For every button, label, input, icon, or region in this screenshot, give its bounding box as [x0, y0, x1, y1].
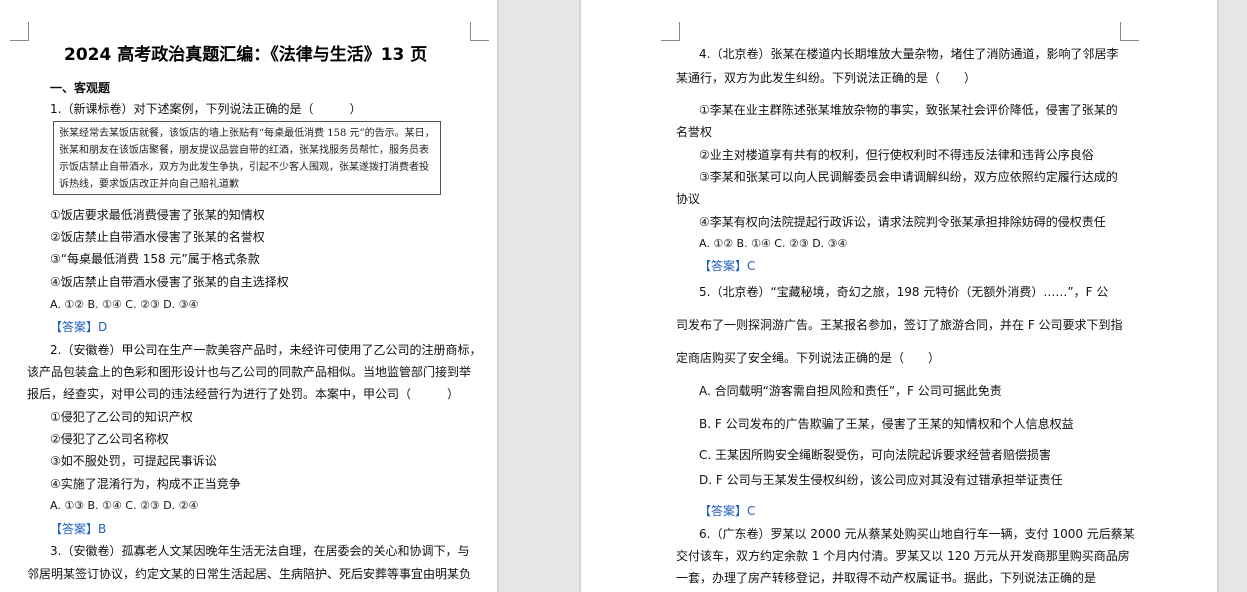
q2-option: ④实施了混淆行为，构成不正当竞争 — [50, 477, 241, 491]
q1-option: ②饭店禁止自带酒水侵害了张某的名誉权 — [50, 230, 265, 244]
case-line: 张某和朋友在该饭店聚餐，朋友提议品尝自带的红酒，张某找服务员帮忙，服务员表 — [59, 145, 429, 156]
q1-choices: A. ①② B. ①④ C. ②③ D. ③④ — [50, 298, 199, 311]
q4-option: ①李某在业主群陈述张某堆放杂物的事实，致张某社会评价降低，侵害了张某的 — [699, 103, 1118, 117]
page-corner-marker — [470, 22, 489, 41]
q1-option: ④饭店禁止自带酒水侵害了张某的自主选择权 — [50, 275, 289, 289]
q5-option: D. F 公司与王某发生侵权纠纷，该公司应对其没有过错承担举证责任 — [699, 473, 1063, 487]
q5-answer: 【答案】C — [699, 504, 756, 518]
case-box: 张某经常去某饭店就餐，该饭店的墙上张贴有“每桌最低消费 158 元”的告示。某日… — [53, 121, 441, 195]
question-5-stem-line: 定商店购买了安全绳。下列说法正确的是（ ） — [676, 351, 941, 365]
q4-option: ②业主对楼道享有共有的权利，但行使权利时不得违反法律和违背公序良俗 — [699, 148, 1094, 162]
question-2-stem-line: 2.（安徽卷）甲公司在生产一款美容产品时，未经许可使用了乙公司的注册商标， — [50, 343, 482, 357]
q4-answer: 【答案】C — [699, 259, 756, 273]
q4-option: ③李某和张某可以向人民调解委员会申请调解纠纷，双方应依照约定履行达成的 — [699, 170, 1118, 184]
question-5-stem-line: 司发布了一则探洞游广告。王某报名参加，签订了旅游合同，并在 F 公司要求下到指 — [676, 318, 1123, 332]
document-page-right: 4.（北京卷）张某在楼道内长期堆放大量杂物，堵住了消防通道，影响了邻居李 某通行… — [581, 0, 1217, 592]
page-corner-marker — [661, 22, 680, 41]
q1-option: ①饭店要求最低消费侵害了张某的知情权 — [50, 208, 265, 222]
q4-option: ④李某有权向法院提起行政诉讼，请求法院判令张某承担排除妨碍的侵权责任 — [699, 215, 1106, 229]
q5-option: A. 合同载明“游客需自担风险和责任”，F 公司可据此免责 — [699, 384, 1002, 398]
page-corner-marker — [1120, 22, 1139, 41]
q5-option: B. F 公司发布的广告欺骗了王某，侵害了王某的知情权和个人信息权益 — [699, 417, 1074, 431]
q2-option: ①侵犯了乙公司的知识产权 — [50, 410, 193, 424]
question-3-stem-line: 3.（安徽卷）孤寡老人文某因晚年生活无法自理，在居委会的关心和协调下，与 — [50, 544, 470, 558]
q2-option: ②侵犯了乙公司名称权 — [50, 432, 169, 446]
question-6-stem-line: 交付该车，双方约定余款 1 个月内付清。罗某又以 120 万元从开发商那里购买商… — [676, 549, 1130, 563]
document-viewport: 2024 高考政治真题汇编：《法律与生活》13 页 一、客观题 1.（新课标卷）… — [0, 0, 1247, 592]
case-line: 张某经常去某饭店就餐，该饭店的墙上张贴有“每桌最低消费 158 元”的告示。某日… — [59, 128, 435, 139]
question-1-stem: 1.（新课标卷）对下述案例，下列说法正确的是（ ） — [50, 102, 362, 116]
question-3-stem-line: 邻居明某签订协议，约定文某的日常生活起居、生病陪护、死后安葬等事宜由明某负 — [27, 567, 472, 581]
q4-option: 协议 — [676, 192, 701, 206]
q5-option: C. 王某因所购安全绳断裂受伤，可向法院起诉要求经营者赔偿损害 — [699, 448, 1052, 462]
q4-choices: A. ①② B. ①④ C. ②③ D. ③④ — [699, 237, 848, 250]
q2-answer: 【答案】B — [50, 522, 107, 536]
q4-option: 名誉权 — [676, 125, 713, 139]
document-page-left: 2024 高考政治真题汇编：《法律与生活》13 页 一、客观题 1.（新课标卷）… — [0, 0, 497, 592]
section-heading: 一、客观题 — [50, 81, 111, 95]
question-4-stem-line: 某通行，双方为此发生纠纷。下列说法正确的是（ ） — [676, 71, 977, 85]
q2-choices: A. ①③ B. ①④ C. ②③ D. ②④ — [50, 499, 199, 512]
case-line: 示饭店禁止自带酒水，双方为此发生争执，引起不少客人围观，张某遂拨打消费者投 — [59, 162, 429, 173]
question-2-stem-line: 该产品包装盒上的色彩和图形设计也与乙公司的同款产品相似。当地监管部门接到举 — [27, 365, 472, 379]
question-5-stem-line: 5.（北京卷）“宝藏秘境，奇幻之旅，198 元特价（无额外消费）……”，F 公 — [699, 285, 1109, 299]
page-corner-marker — [10, 22, 29, 41]
question-6-stem-line: 一套，办理了房产转移登记，并取得不动产权属证书。据此，下列说法正确的是 — [676, 571, 1097, 585]
question-2-stem-line: 报后，经查实，对甲公司的违法经营行为进行了处罚。本案中，甲公司（ ） — [27, 387, 460, 401]
document-title: 2024 高考政治真题汇编：《法律与生活》13 页 — [64, 45, 428, 65]
question-6-stem-line: 6.（广东卷）罗某以 2000 元从蔡某处购买山地自行车一辆，支付 1000 元… — [699, 527, 1135, 541]
question-4-stem-line: 4.（北京卷）张某在楼道内长期堆放大量杂物，堵住了消防通道，影响了邻居李 — [699, 47, 1119, 61]
q1-answer: 【答案】D — [50, 320, 108, 334]
q1-option: ③“每桌最低消费 158 元”属于格式条款 — [50, 252, 260, 266]
case-line: 诉热线，要求饭店改正并向自己赔礼道歉 — [59, 179, 239, 190]
q2-option: ③如不服处罚，可提起民事诉讼 — [50, 454, 217, 468]
